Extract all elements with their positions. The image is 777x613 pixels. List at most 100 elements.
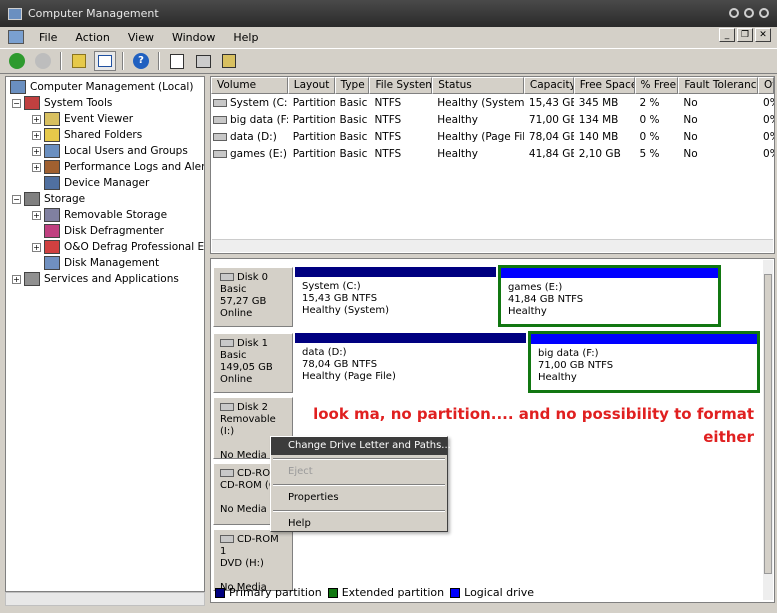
tree-node[interactable]: + Shared Folders [32,127,142,143]
volume-list-horizontal-scrollbar[interactable] [212,239,773,252]
column-layout[interactable]: Layout [287,77,335,94]
partition-data-d[interactable]: data (D:) 78,04 GB NTFS Healthy (Page Fi… [295,333,526,393]
refresh-button[interactable] [166,51,188,71]
disk-view-vertical-scrollbar[interactable] [763,260,773,600]
partition-legend: Primary partition Extended partition Log… [215,586,540,599]
tree-node-icon [44,112,60,126]
column-fault-tolerance[interactable]: Fault Tolerance [678,77,759,94]
tree-node[interactable]: Computer Management (Local) [10,79,193,95]
help-button[interactable]: ? [130,51,152,71]
menu-help[interactable]: Help [224,31,267,44]
tree-node[interactable]: + Local Users and Groups [32,143,188,159]
disk-1-label[interactable]: Disk 1 Basic 149,05 GB Online [213,333,293,393]
table-cell: data (D:) [211,131,288,143]
maximize-button[interactable] [744,8,754,18]
column-percent-free[interactable]: % Free [634,77,679,94]
tree-expander-icon[interactable]: + [32,146,41,156]
tree-node[interactable]: Disk Management [32,255,159,271]
tree-node-icon [24,272,40,286]
mmc-icon[interactable] [8,30,24,44]
partition-bigdata-f[interactable]: big data (F:) 71,00 GB NTFS Healthy [531,334,757,390]
tree-node[interactable]: Device Manager [32,175,149,191]
tree-expander-icon[interactable]: + [32,210,41,220]
properties-button[interactable] [192,51,214,71]
menu-help[interactable]: Help [271,515,447,533]
disk-1-type: Basic [220,350,247,361]
scrollbar-thumb[interactable] [764,274,772,574]
tree-expander-icon[interactable]: + [32,130,41,140]
back-button[interactable] [6,51,28,71]
column-type[interactable]: Type [334,77,370,94]
disk-1-size: 149,05 GB [220,362,273,373]
tree-expander-icon[interactable]: + [32,242,41,252]
volume-icon [213,115,227,124]
tree-expander-icon[interactable]: − [12,194,21,204]
menu-action[interactable]: Action [66,31,118,44]
partition-system-size: 15,43 GB NTFS [302,293,378,304]
window-title: Computer Management [28,7,159,20]
column-free-space[interactable]: Free Space [573,77,635,94]
mdi-close-button[interactable]: ✕ [755,28,771,42]
table-cell: Partition [292,113,335,126]
tree-expander-icon[interactable]: + [32,114,41,124]
forward-button[interactable] [32,51,54,71]
table-cell: 5 % [639,147,660,160]
tree-node[interactable]: + Services and Applications [12,271,179,287]
tree-node[interactable]: + Event Viewer [32,111,133,127]
menu-file[interactable]: File [30,31,66,44]
table-row[interactable]: games (E:) Partition Basic NTFS Healthy 41,84… [211,145,774,162]
disk-0-type: Basic [220,284,247,295]
legend-logical-swatch [450,587,461,598]
partition-system-c[interactable]: System (C:) 15,43 GB NTFS Healthy (Syste… [295,267,496,327]
column-file-system[interactable]: File System [369,77,433,94]
column-overhead[interactable]: Ov [758,77,774,94]
show-hide-tree-button[interactable] [94,51,116,71]
column-status[interactable]: Status [432,77,524,94]
partition-games-e[interactable]: games (E:) 41,84 GB NTFS Healthy [501,268,718,324]
help-icon: ? [133,53,149,69]
partition-data-name: data (D:) [302,347,347,358]
up-one-level-button[interactable] [68,51,90,71]
tree-node[interactable]: + O&O Defrag Professional Edition [32,239,204,255]
menu-view[interactable]: View [119,31,163,44]
table-cell: Partition [292,130,335,143]
tree-expander-icon[interactable]: − [12,98,21,108]
table-cell: 2 % [639,96,660,109]
tree-expander-icon[interactable]: + [12,274,21,284]
menu-properties[interactable]: Properties [271,489,447,507]
table-cell: 41,84 GB [528,147,574,160]
partition-games-size: 41,84 GB NTFS [508,294,584,305]
tree-node-icon [44,240,60,254]
tree-node[interactable]: Disk Defragmenter [32,223,164,239]
table-row[interactable]: big data (F:) Partition Basic NTFS Healthy 71… [211,111,774,128]
minimize-button[interactable] [729,8,739,18]
tree-node-label: Shared Folders [64,129,143,141]
tree-node-icon [44,176,60,190]
column-capacity[interactable]: Capacity [523,77,574,94]
mdi-restore-button[interactable]: ❐ [737,28,753,42]
partition-data-status: Healthy (Page File) [302,371,396,382]
tree-horizontal-scrollbar[interactable] [5,592,205,606]
close-button[interactable] [759,8,769,18]
table-row[interactable]: data (D:) Partition Basic NTFS Healthy (Page… [211,128,774,145]
export-list-button[interactable] [218,51,240,71]
disk-0-label[interactable]: Disk 0 Basic 57,27 GB Online [213,267,293,327]
menu-change-drive-letter[interactable]: Change Drive Letter and Paths... [271,437,451,455]
disk-1-state: Online [220,374,253,385]
tree-node[interactable]: − System Tools [12,95,112,111]
menu-window[interactable]: Window [163,31,224,44]
tree-node[interactable]: − Storage [12,191,85,207]
disk-0-name: Disk 0 [237,272,269,283]
tree-node[interactable]: + Performance Logs and Alerts [32,159,204,175]
cdrom-1-label[interactable]: CD-ROM 1 DVD (H:) No Media [213,529,293,593]
table-row[interactable]: System (C:) Partition Basic NTFS Healthy (Sy… [211,94,774,111]
menu-eject[interactable]: Eject [271,463,447,481]
table-cell: 0% [763,147,774,160]
partition-system-name: System (C:) [302,281,361,292]
table-cell: Healthy (System) [437,96,524,109]
mdi-minimize-button[interactable]: _ [719,28,735,42]
tree-expander-icon[interactable]: + [32,162,41,172]
column-volume[interactable]: Volume [211,77,288,94]
table-cell: games (E:) [211,148,288,160]
tree-node[interactable]: + Removable Storage [32,207,167,223]
